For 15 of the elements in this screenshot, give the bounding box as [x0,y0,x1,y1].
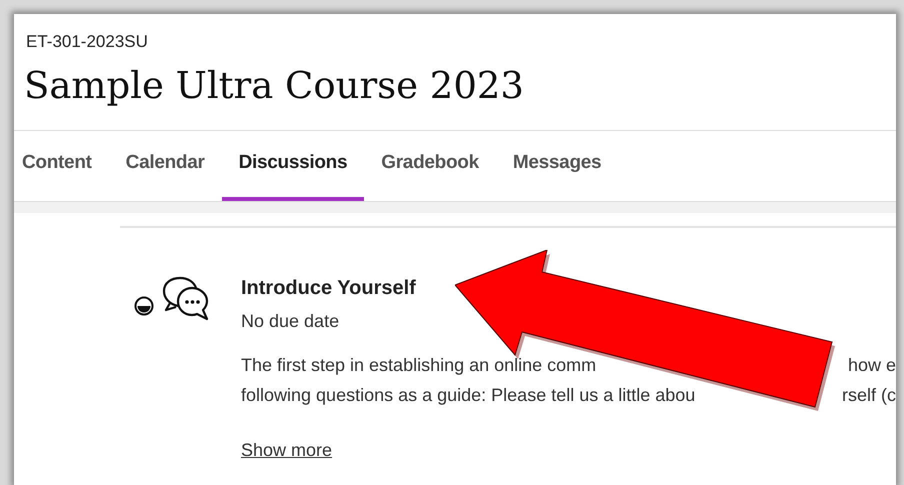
course-code: ET-301-2023SU [25,31,149,52]
description-text: how e [848,354,896,377]
course-tab[interactable]: Content [14,131,109,201]
course-tab[interactable]: Gradebook [364,131,496,201]
collapse-toggle-icon[interactable] [134,296,154,316]
course-title: Sample Ultra Course 2023 [23,63,525,110]
description-text: following questions as a guide: Please tell us a little abou [241,384,696,407]
due-date: No due date [241,310,340,333]
discussion-title[interactable]: Introduce Yourself [241,276,416,300]
course-tab[interactable]: Messages [496,131,618,201]
course-tab[interactable]: Calendar [108,131,222,201]
description-text: rself (c [842,384,896,407]
show-more-link[interactable]: Show more [241,436,332,464]
description-text: The first step in establishing an online comm [241,354,596,377]
discussion-bubbles-icon [162,276,210,322]
